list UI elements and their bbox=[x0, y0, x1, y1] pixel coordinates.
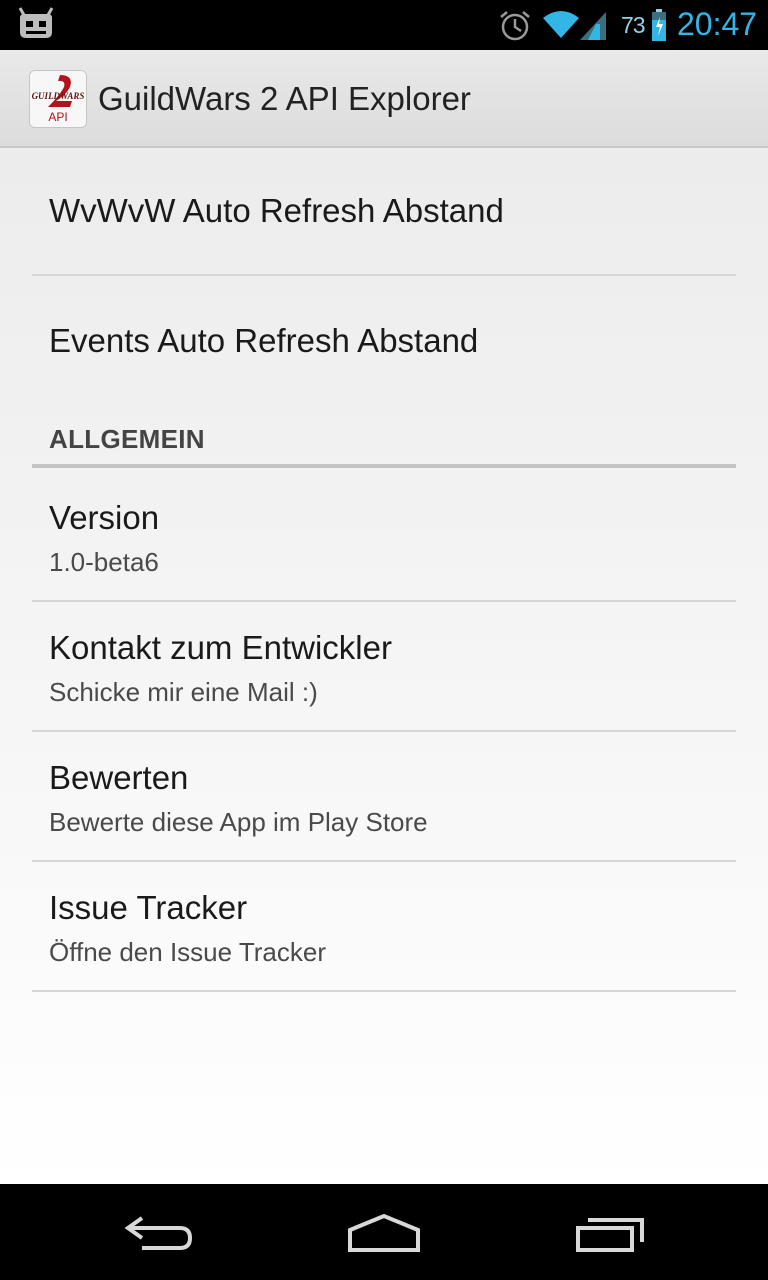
pref-summary: Bewerte diese App im Play Store bbox=[49, 807, 428, 837]
pref-issue-tracker[interactable]: Issue Tracker Öffne den Issue Tracker bbox=[32, 889, 736, 968]
clock: 20:47 bbox=[677, 6, 758, 42]
cyanogenmod-icon bbox=[18, 7, 54, 38]
alarm-icon bbox=[500, 11, 530, 41]
divider bbox=[32, 860, 736, 862]
app-icon[interactable]: GUILDWARS API bbox=[29, 70, 87, 128]
app-title: GuildWars 2 API Explorer bbox=[98, 80, 471, 117]
divider bbox=[32, 730, 736, 732]
pref-title: Bewerten bbox=[49, 759, 189, 796]
wifi-icon bbox=[543, 11, 579, 38]
navigation-bar bbox=[0, 1184, 768, 1280]
divider bbox=[32, 274, 736, 276]
category-divider bbox=[32, 464, 736, 468]
pref-version[interactable]: Version 1.0-beta6 bbox=[32, 499, 736, 578]
signal-icon bbox=[580, 12, 606, 40]
category-header-general: ALLGEMEIN bbox=[49, 424, 205, 454]
pref-contact[interactable]: Kontakt zum Entwickler Schicke mir eine … bbox=[32, 629, 736, 708]
recents-icon[interactable] bbox=[574, 1214, 648, 1254]
pref-title: WvWvW Auto Refresh Abstand bbox=[49, 192, 504, 229]
guildwars-logo-icon: GUILDWARS API bbox=[30, 71, 86, 127]
divider bbox=[32, 600, 736, 602]
app-icon-caption: API bbox=[48, 110, 67, 124]
pref-summary: Schicke mir eine Mail :) bbox=[49, 677, 318, 707]
pref-wvw-refresh[interactable]: WvWvW Auto Refresh Abstand bbox=[32, 192, 736, 230]
pref-summary: Öffne den Issue Tracker bbox=[49, 937, 326, 967]
battery-percent: 73 bbox=[621, 12, 646, 38]
pref-title: Kontakt zum Entwickler bbox=[49, 629, 392, 666]
pref-rate[interactable]: Bewerten Bewerte diese App im Play Store bbox=[32, 759, 736, 838]
back-icon[interactable] bbox=[124, 1214, 194, 1254]
home-icon[interactable] bbox=[346, 1212, 422, 1254]
pref-summary: 1.0-beta6 bbox=[49, 547, 159, 577]
svg-text:GUILDWARS: GUILDWARS bbox=[32, 91, 85, 101]
battery-icon bbox=[652, 9, 666, 41]
divider bbox=[32, 990, 736, 992]
preferences-list: WvWvW Auto Refresh Abstand Events Auto R… bbox=[0, 148, 768, 1184]
pref-title: Version bbox=[49, 499, 160, 536]
pref-title: Events Auto Refresh Abstand bbox=[49, 322, 479, 359]
status-bar: 73 20:47 bbox=[0, 0, 768, 50]
action-bar: GUILDWARS API GuildWars 2 API Explorer bbox=[0, 50, 768, 148]
pref-title: Issue Tracker bbox=[49, 889, 248, 926]
pref-events-refresh[interactable]: Events Auto Refresh Abstand bbox=[32, 322, 736, 360]
